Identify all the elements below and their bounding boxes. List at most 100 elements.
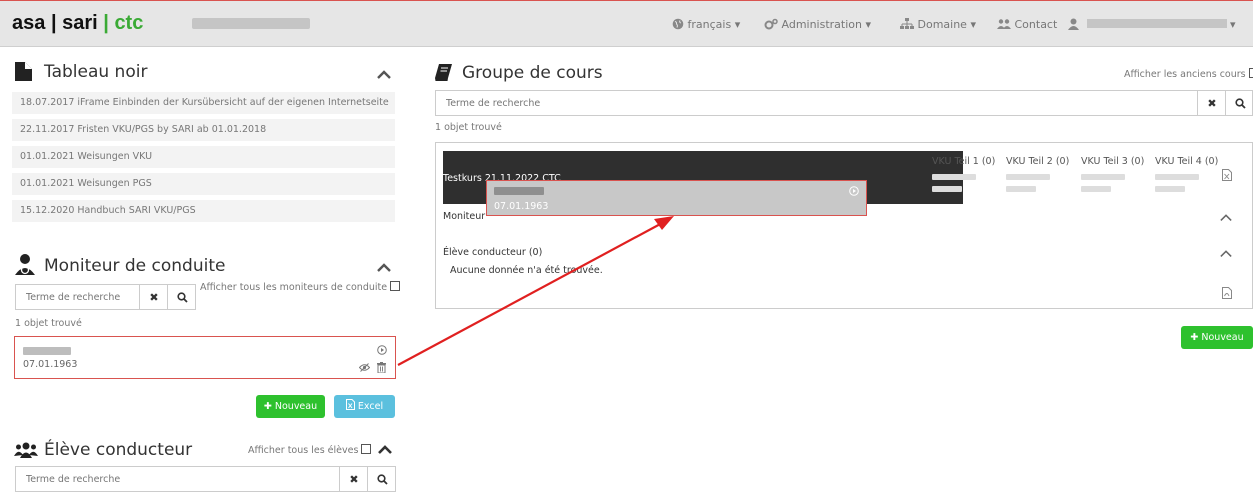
tableau-item[interactable]: 18.07.2017 iFrame Einbinden der Kursüber…	[12, 92, 395, 114]
groupe-search: ✖	[435, 90, 1253, 116]
contact-label: Contact	[1014, 18, 1058, 31]
vku-part-4-date-redacted	[1155, 174, 1199, 180]
vku-part-3-date-redacted	[1081, 174, 1125, 180]
moniteur-card[interactable]: 07.01.1963	[14, 336, 396, 379]
play-circle-icon[interactable]	[377, 345, 387, 355]
pdf-file-icon[interactable]	[1222, 287, 1232, 299]
administration-menu[interactable]: Administration ▾	[764, 18, 871, 31]
show-all-eleves-checkbox[interactable]	[361, 444, 372, 454]
show-old-courses-checkbox[interactable]	[1248, 68, 1253, 78]
tableau-item[interactable]: 22.11.2017 Fristen VKU/PGS by SARI ab 01…	[12, 119, 395, 141]
moniteur-title: Moniteur de conduite	[44, 256, 226, 276]
contact-link[interactable]: Contact	[997, 18, 1057, 31]
trash-icon[interactable]	[377, 362, 386, 373]
dragged-birthdate: 07.01.1963	[494, 201, 549, 212]
clear-search-button[interactable]: ✖	[1197, 91, 1226, 115]
school-name-redacted	[192, 18, 310, 29]
domaine-label: Domaine	[917, 18, 967, 31]
search-icon	[376, 473, 388, 485]
close-icon: ✖	[1207, 96, 1217, 110]
vku-part-2-time-redacted	[1006, 186, 1036, 192]
show-all-eleves-label: Afficher tous les élèves	[248, 445, 359, 456]
brand-separator: |	[50, 12, 57, 34]
groupe-title: Groupe de cours	[462, 63, 603, 83]
user-name-redacted	[1086, 19, 1227, 28]
eye-slash-icon[interactable]	[359, 363, 370, 372]
show-all-eleves[interactable]: Afficher tous les élèves	[248, 444, 372, 456]
moniteur-search-input[interactable]	[24, 291, 138, 304]
eleve-search: ✖	[15, 466, 396, 492]
search-button[interactable]	[167, 285, 196, 309]
users-icon	[997, 19, 1011, 29]
groupe-result-count: 1 objet trouvé	[435, 122, 502, 133]
eleve-search-input[interactable]	[24, 473, 328, 486]
show-old-courses-label: Afficher les anciens cours	[1124, 69, 1246, 80]
brand-sari: sari	[62, 12, 98, 34]
top-navbar: asa | sari | ctc français ▾ Administrati…	[0, 0, 1253, 47]
plus-icon: ✚	[263, 401, 272, 412]
sitemap-icon	[900, 18, 914, 29]
search-icon	[176, 291, 188, 303]
chevron-up-icon[interactable]	[378, 442, 392, 456]
user-menu[interactable]: ▾	[1068, 18, 1236, 31]
chevron-up-icon[interactable]	[1220, 211, 1232, 223]
moniteur-search: ✖	[15, 284, 196, 310]
tableau-item[interactable]: 01.01.2021 Weisungen VKU	[12, 146, 395, 168]
groupe-new-label: Nouveau	[1201, 332, 1244, 343]
tableau-item[interactable]: 01.01.2021 Weisungen PGS	[12, 173, 395, 195]
no-data-message: Aucune donnée n'a été trouvée.	[450, 265, 603, 276]
moniteur-new-button[interactable]: ✚ Nouveau	[256, 395, 325, 418]
close-icon: ✖	[349, 472, 359, 486]
chevron-up-icon[interactable]	[1220, 247, 1232, 259]
driving-instructor-icon	[15, 254, 35, 275]
excel-file-icon	[345, 399, 355, 410]
excel-file-icon[interactable]	[1222, 169, 1232, 181]
moniteur-excel-label: Excel	[357, 401, 384, 412]
caret-down-icon: ▾	[970, 18, 976, 31]
caret-down-icon: ▾	[734, 18, 741, 31]
show-all-moniteurs-checkbox[interactable]	[390, 281, 401, 291]
dragged-name-redacted	[494, 187, 544, 195]
moniteur-result-count: 1 objet trouvé	[15, 318, 82, 329]
moniteur-excel-button[interactable]: Excel	[334, 395, 395, 418]
vku-part-2-header: VKU Teil 2 (0)	[1006, 156, 1070, 167]
tableau-noir-title: Tableau noir	[44, 62, 148, 82]
vku-part-3-time-redacted	[1081, 186, 1111, 192]
clear-search-button[interactable]: ✖	[339, 467, 368, 491]
brand-logo[interactable]: asa | sari | ctc	[12, 12, 143, 35]
cogs-icon	[764, 18, 778, 30]
groupe-search-input[interactable]	[444, 97, 1148, 110]
user-icon	[1068, 18, 1079, 30]
eleve-title: Élève conducteur	[44, 440, 193, 460]
clear-search-button[interactable]: ✖	[139, 285, 168, 309]
book-icon	[435, 64, 452, 81]
chevron-up-icon[interactable]	[377, 67, 391, 81]
moniteur-name-redacted	[23, 347, 71, 355]
caret-down-icon: ▾	[865, 18, 872, 31]
language-menu[interactable]: français ▾	[672, 18, 740, 31]
show-all-moniteurs[interactable]: Afficher tous les moniteurs de conduite	[200, 281, 401, 293]
tableau-item[interactable]: 15.12.2020 Handbuch SARI VKU/PGS	[12, 200, 395, 222]
plus-icon: ✚	[1190, 332, 1199, 343]
vku-part-1-header: VKU Teil 1 (0)	[932, 156, 996, 167]
vku-part-3-header: VKU Teil 3 (0)	[1081, 156, 1145, 167]
show-old-courses[interactable]: Afficher les anciens cours	[1124, 68, 1253, 80]
moniteur-section-label: Moniteur	[443, 211, 486, 222]
moniteur-new-label: Nouveau	[274, 401, 318, 412]
chevron-up-icon[interactable]	[377, 260, 391, 274]
groupe-new-button[interactable]: ✚ Nouveau	[1181, 326, 1253, 349]
language-label: français	[687, 18, 732, 31]
group-icon	[14, 442, 38, 458]
file-icon	[15, 62, 32, 81]
dragged-moniteur-card[interactable]: 07.01.1963	[486, 180, 867, 216]
vku-part-1-time-redacted	[932, 186, 962, 192]
caret-down-icon: ▾	[1230, 18, 1236, 31]
domaine-menu[interactable]: Domaine ▾	[900, 18, 976, 31]
vku-part-4-header: VKU Teil 4 (0)	[1155, 156, 1219, 167]
search-button[interactable]	[367, 467, 396, 491]
administration-label: Administration	[781, 18, 863, 31]
play-circle-icon	[849, 186, 859, 196]
search-button[interactable]	[1225, 91, 1253, 115]
vku-part-4-time-redacted	[1155, 186, 1185, 192]
moniteur-birthdate: 07.01.1963	[23, 359, 78, 370]
